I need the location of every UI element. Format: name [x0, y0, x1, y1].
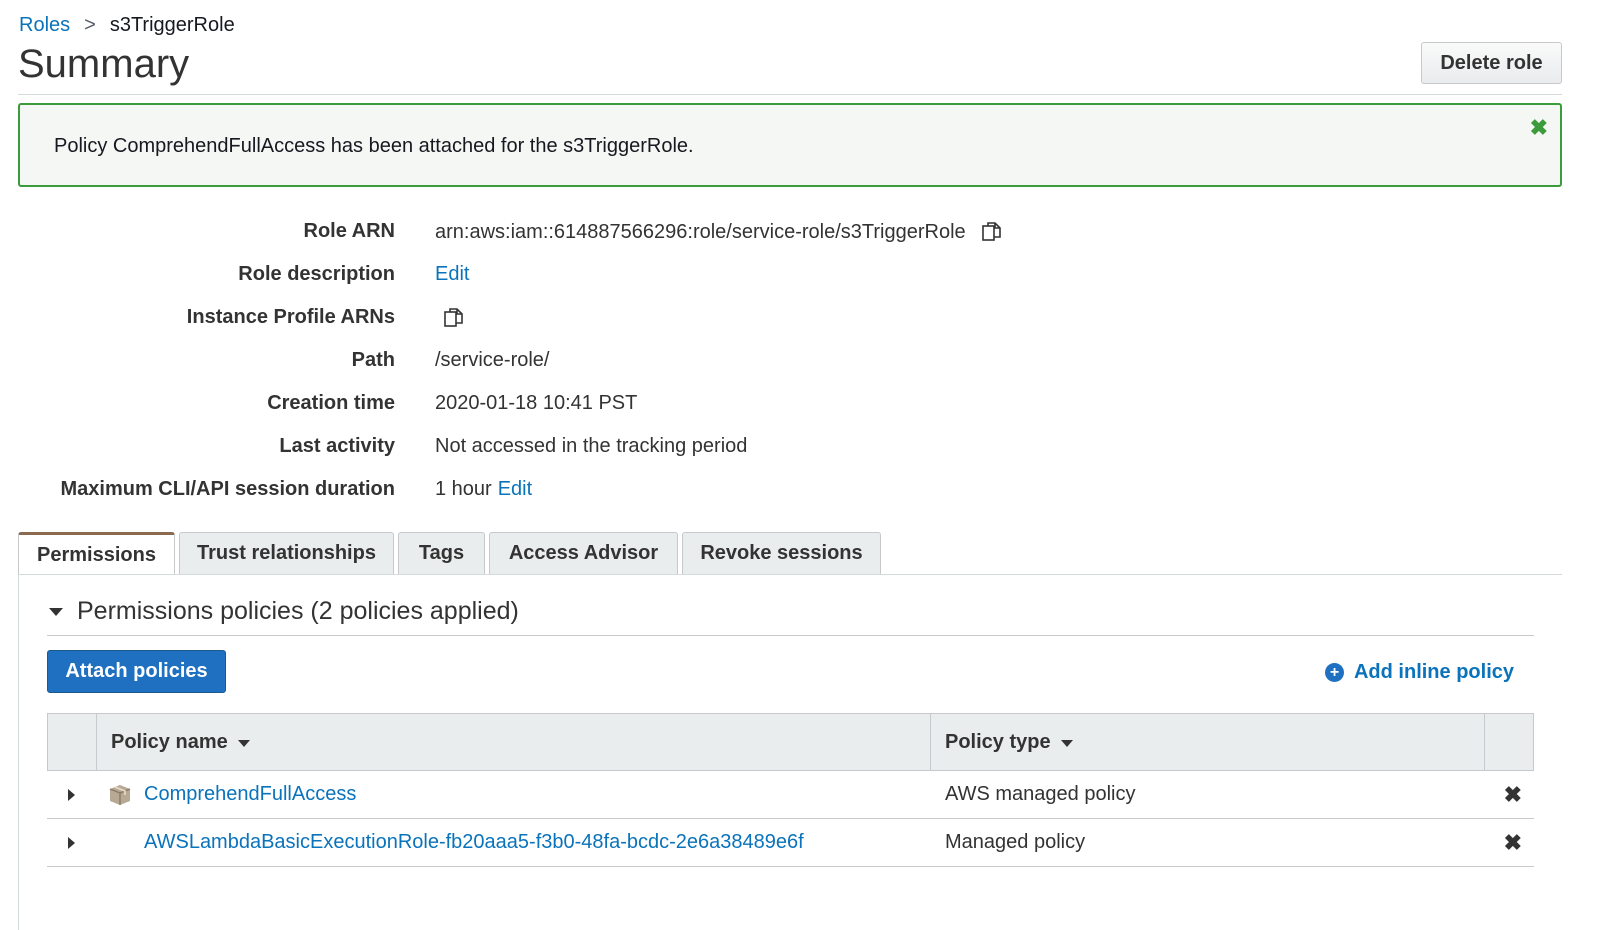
table-row: ComprehendFullAccess AWS managed policy … [47, 771, 1534, 819]
breadcrumb-roles-link[interactable]: Roles [19, 14, 70, 37]
expand-column-header [48, 714, 97, 770]
delete-role-button[interactable]: Delete role [1421, 42, 1562, 84]
close-icon[interactable]: ✖ [1530, 115, 1548, 141]
section-divider [47, 635, 1534, 636]
breadcrumb-separator: > [84, 14, 96, 36]
policy-name-column-header[interactable]: Policy name [97, 714, 931, 770]
creation-time-label: Creation time [267, 392, 395, 414]
detail-row-instance-profile: Instance Profile ARNs [0, 306, 1000, 336]
last-activity-value: Not accessed in the tracking period [435, 435, 748, 457]
instance-profile-value-wrap [442, 306, 466, 330]
caret-down-icon [49, 607, 63, 616]
policy-type-header-label: Policy type [945, 730, 1051, 753]
role-arn-value-wrap: arn:aws:iam::614887566296:role/service-r… [435, 220, 1004, 244]
policy-type-column-header[interactable]: Policy type [931, 714, 1485, 770]
max-session-value-wrap: 1 hour Edit [435, 478, 532, 501]
role-arn-label: Role ARN [303, 220, 395, 242]
role-description-value-wrap: Edit [435, 263, 469, 286]
copy-icon[interactable] [442, 306, 466, 330]
policy-name-link[interactable]: ComprehendFullAccess [144, 783, 356, 806]
remove-policy-icon[interactable]: ✖ [1504, 830, 1522, 856]
instance-profile-label: Instance Profile ARNs [186, 306, 395, 328]
policy-name-link[interactable]: AWSLambdaBasicExecutionRole-fb20aaa5-f3b… [144, 831, 804, 854]
detail-row-creation-time: Creation time 2020-01-18 10:41 PST [0, 392, 1000, 422]
role-arn-value: arn:aws:iam::614887566296:role/service-r… [435, 220, 966, 243]
permissions-panel: Permissions policies (2 policies applied… [18, 574, 1562, 930]
max-session-label: Maximum CLI/API session duration [60, 478, 395, 500]
page-title: Summary [18, 42, 190, 86]
policy-type: Managed policy [945, 831, 1086, 853]
title-divider [18, 94, 1562, 95]
detail-row-role-arn: Role ARN arn:aws:iam::614887566296:role/… [0, 220, 1001, 250]
policies-table: Policy name Policy type ComprehendFullAc… [47, 713, 1534, 867]
plus-circle-icon: + [1324, 663, 1344, 682]
tab-revoke-sessions[interactable]: Revoke sessions [682, 532, 881, 574]
role-tabs: Permissions Trust relationships Tags Acc… [18, 532, 881, 576]
max-session-value: 1 hour [435, 478, 492, 500]
policy-name-header-label: Policy name [111, 730, 228, 753]
policy-type: AWS managed policy [945, 783, 1136, 805]
breadcrumb: Roles > s3TriggerRole [19, 14, 235, 37]
role-description-label: Role description [238, 263, 395, 285]
actions-column-header [1485, 714, 1533, 770]
path-label: Path [351, 349, 395, 371]
add-inline-policy-button[interactable]: + Add inline policy [1324, 661, 1514, 684]
tab-tags[interactable]: Tags [398, 532, 485, 574]
sort-caret-icon [1060, 739, 1073, 747]
breadcrumb-current: s3TriggerRole [109, 14, 235, 36]
tab-trust-relationships[interactable]: Trust relationships [179, 532, 394, 574]
path-value: /service-role/ [435, 349, 550, 371]
detail-row-path: Path /service-role/ [0, 349, 1000, 379]
expand-row-icon[interactable] [68, 788, 75, 801]
alert-message: Policy ComprehendFullAccess has been att… [54, 135, 694, 157]
add-inline-policy-label: Add inline policy [1353, 661, 1514, 683]
role-description-edit-link[interactable]: Edit [435, 263, 469, 286]
copy-icon[interactable] [980, 220, 1004, 244]
last-activity-label: Last activity [279, 435, 395, 457]
detail-row-role-description: Role description Edit [0, 263, 1000, 293]
permissions-section-header[interactable]: Permissions policies (2 policies applied… [49, 597, 519, 626]
max-session-edit-link[interactable]: Edit [498, 478, 532, 501]
detail-row-max-session: Maximum CLI/API session duration 1 hour … [0, 478, 1000, 508]
table-header: Policy name Policy type [47, 713, 1534, 771]
detail-row-last-activity: Last activity Not accessed in the tracki… [0, 435, 1000, 465]
sort-caret-icon [237, 739, 250, 747]
attach-policies-button[interactable]: Attach policies [47, 650, 226, 693]
tab-access-advisor[interactable]: Access Advisor [489, 532, 678, 574]
tab-permissions[interactable]: Permissions [18, 532, 175, 576]
creation-time-value: 2020-01-18 10:41 PST [435, 392, 638, 414]
permissions-section-title: Permissions policies (2 policies applied… [77, 597, 519, 625]
aws-managed-box-icon [109, 784, 131, 805]
expand-row-icon[interactable] [68, 836, 75, 849]
success-alert: Policy ComprehendFullAccess has been att… [18, 103, 1562, 187]
remove-policy-icon[interactable]: ✖ [1504, 782, 1522, 808]
table-row: AWSLambdaBasicExecutionRole-fb20aaa5-f3b… [47, 819, 1534, 867]
